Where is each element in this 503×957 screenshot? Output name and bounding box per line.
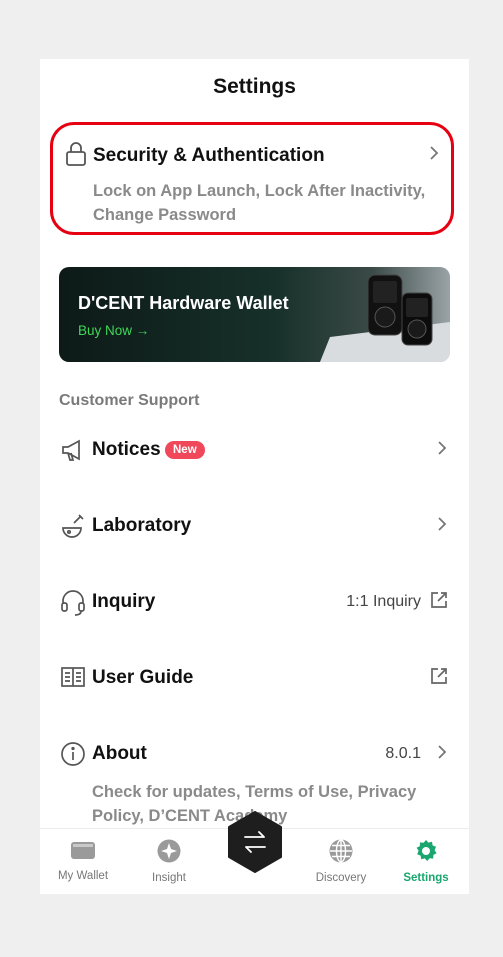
security-authentication-item[interactable]: Security & Authentication Lock on App La… — [50, 122, 454, 235]
notices-label: Notices — [92, 439, 161, 460]
inquiry-item[interactable]: Inquiry 1:1 Inquiry — [40, 583, 469, 623]
tab-label: My Wallet — [57, 870, 109, 882]
new-badge: New — [165, 441, 205, 459]
laboratory-item[interactable]: Laboratory — [40, 507, 469, 547]
banner-title: D'CENT Hardware Wallet — [78, 293, 289, 313]
external-link-icon — [429, 666, 449, 691]
notices-item[interactable]: Notices New — [40, 431, 469, 471]
about-label: About — [92, 743, 147, 764]
inquiry-right-text: 1:1 Inquiry — [346, 593, 421, 610]
settings-screen: Settings Security & Authentication Lock … — [40, 59, 469, 894]
book-icon — [60, 665, 86, 694]
chevron-right-icon — [437, 744, 447, 765]
app-version: 8.0.1 — [385, 745, 421, 762]
inquiry-label: Inquiry — [92, 591, 156, 612]
tab-insight[interactable]: Insight — [126, 839, 212, 884]
chevron-right-icon — [437, 440, 447, 461]
external-link-icon — [429, 590, 449, 615]
swap-button[interactable] — [227, 811, 283, 878]
wallet-icon — [40, 839, 126, 864]
user-guide-label: User Guide — [92, 667, 194, 688]
tab-settings[interactable]: Settings — [383, 839, 469, 884]
security-subtitle: Lock on App Launch, Lock After Inactivit… — [93, 182, 426, 224]
user-guide-item[interactable]: User Guide — [40, 659, 469, 699]
megaphone-icon — [60, 437, 86, 468]
gear-icon — [383, 839, 469, 866]
insight-icon — [126, 839, 212, 866]
security-title: Security & Authentication — [93, 145, 325, 166]
chevron-right-icon — [429, 145, 439, 166]
hardware-wallet-device-image — [320, 274, 450, 362]
tab-discovery[interactable]: Discovery — [298, 839, 384, 884]
lock-icon — [65, 141, 87, 172]
globe-icon — [298, 839, 384, 866]
about-item[interactable]: About 8.0.1 — [40, 735, 469, 775]
laboratory-label: Laboratory — [92, 515, 192, 536]
buy-now-link[interactable]: Buy Now → — [78, 323, 149, 338]
tab-label: Settings — [403, 872, 449, 884]
chevron-right-icon — [437, 516, 447, 537]
flask-icon — [60, 513, 86, 544]
tab-my-wallet[interactable]: My Wallet — [40, 839, 126, 882]
tab-label: Discovery — [315, 872, 367, 884]
headset-icon — [60, 589, 86, 622]
hardware-wallet-banner[interactable]: D'CENT Hardware Wallet Buy Now → — [59, 267, 450, 362]
customer-support-heading: Customer Support — [59, 392, 200, 409]
tab-label: Insight — [152, 872, 186, 884]
info-icon — [60, 741, 86, 772]
page-title: Settings — [213, 75, 296, 98]
